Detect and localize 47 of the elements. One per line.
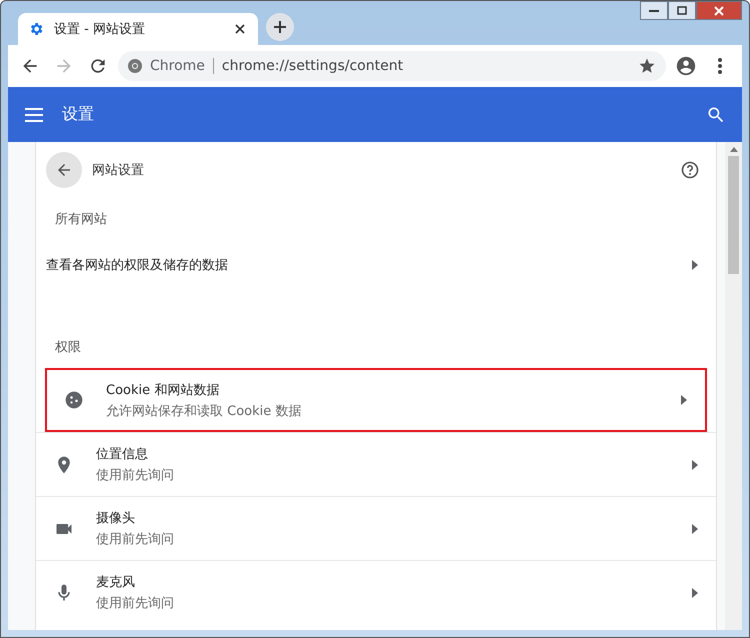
person-icon (675, 55, 697, 77)
address-bar[interactable]: Chrome chrome://settings/content (118, 51, 666, 81)
row-subtitle: 使用前先询问 (96, 467, 175, 484)
row-title: 查看各网站的权限及储存的数据 (46, 257, 229, 274)
scrollbar-thumb[interactable] (728, 156, 739, 274)
plus-icon (273, 20, 287, 34)
caret-icon (692, 260, 698, 270)
row-title: 摄像头 (96, 510, 136, 527)
highlighted-settings-row[interactable]: Cookie 和网站数据 允许网站保存和读取 Cookie 数据 (45, 368, 707, 432)
section-heading: 权限 (55, 339, 81, 356)
row-subtitle: 允许网站保存和读取 Cookie 数据 (106, 402, 302, 420)
caret-icon (692, 524, 698, 534)
back-button[interactable] (46, 152, 82, 188)
site-label: Chrome (150, 58, 214, 74)
page-title: 网站设置 (92, 162, 145, 179)
settings-row[interactable]: 摄像头 使用前先询问 (36, 496, 716, 560)
chrome-logo-icon (128, 59, 142, 73)
row-subtitle: 使用前先询问 (96, 595, 175, 612)
row-subtitle: 使用前先询问 (96, 531, 175, 548)
url-text: chrome://settings/content (222, 58, 404, 74)
settings-row[interactable]: 麦克风 使用前先询问 (36, 560, 716, 624)
magnifier-icon (706, 104, 726, 124)
row-title: Cookie 和网站数据 (106, 382, 220, 398)
caret-icon (681, 395, 687, 405)
browser-tab[interactable]: 设置 - 网站设置 (18, 13, 258, 45)
cookie-icon (64, 390, 84, 410)
maximize-button[interactable] (668, 1, 696, 20)
header-title: 设置 (62, 104, 95, 125)
section-heading: 所有网站 (55, 211, 107, 228)
settings-row[interactable]: 位置信息 使用前先询问 (36, 432, 716, 496)
tab-title: 设置 - 网站设置 (54, 21, 146, 38)
more-icon (718, 58, 722, 74)
row-title: 位置信息 (96, 446, 149, 463)
settings-row[interactable]: 查看各网站的权限及储存的数据 (36, 240, 716, 290)
close-button[interactable] (696, 1, 742, 20)
scrollbar[interactable] (725, 142, 742, 630)
close-icon (714, 6, 724, 16)
new-tab-button[interactable] (266, 13, 294, 41)
caret-icon (692, 588, 698, 598)
minimize-icon (649, 8, 659, 12)
scroll-up-icon[interactable] (730, 146, 738, 152)
minimize-button[interactable] (640, 1, 668, 20)
caret-icon (692, 460, 698, 470)
gear-icon (28, 21, 44, 37)
star-icon (638, 57, 656, 75)
row-title: 麦克风 (96, 574, 136, 591)
maximize-icon (677, 6, 687, 15)
